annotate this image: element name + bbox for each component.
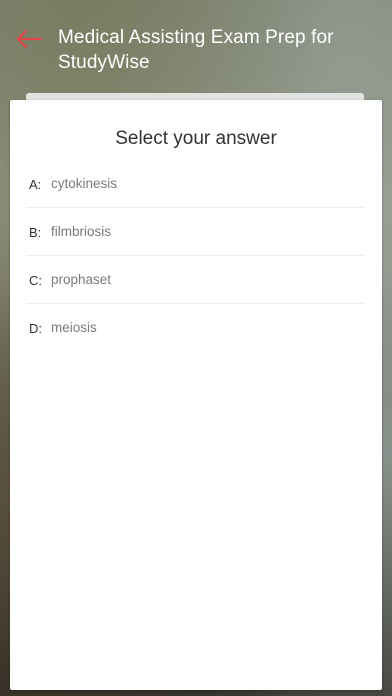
answer-option-letter: A: — [29, 177, 42, 192]
page-title-line-2: StudyWise — [58, 52, 150, 73]
answer-option-text: prophaset — [51, 272, 112, 287]
answer-option-letter: D: — [29, 321, 42, 336]
app-header: Medical Assisting Exam Prep for StudyWis… — [0, 0, 392, 90]
answer-option-text: filmbriosis — [51, 224, 112, 239]
question-prompt: Select your answer — [115, 128, 277, 149]
answer-option-letter: C: — [29, 273, 42, 288]
back-button[interactable] — [14, 24, 44, 54]
answer-options-list: A: cytokinesis B: filmbriosis C: prophas… — [26, 160, 364, 351]
answer-option-d[interactable]: D: meiosis — [26, 304, 364, 351]
answer-option-text: cytokinesis — [51, 176, 118, 191]
page-title-line-1: Medical Assisting Exam Prep for — [58, 27, 334, 48]
page-title: Medical Assisting Exam Prep for StudyWis… — [58, 25, 378, 75]
answer-option-b[interactable]: B: filmbriosis — [26, 208, 364, 256]
answer-option-letter: B: — [29, 225, 42, 240]
answer-option-text: meiosis — [51, 320, 97, 335]
answer-option-a[interactable]: A: cytokinesis — [26, 160, 364, 208]
arrow-left-icon — [16, 29, 43, 49]
answer-option-c[interactable]: C: prophaset — [26, 256, 364, 304]
